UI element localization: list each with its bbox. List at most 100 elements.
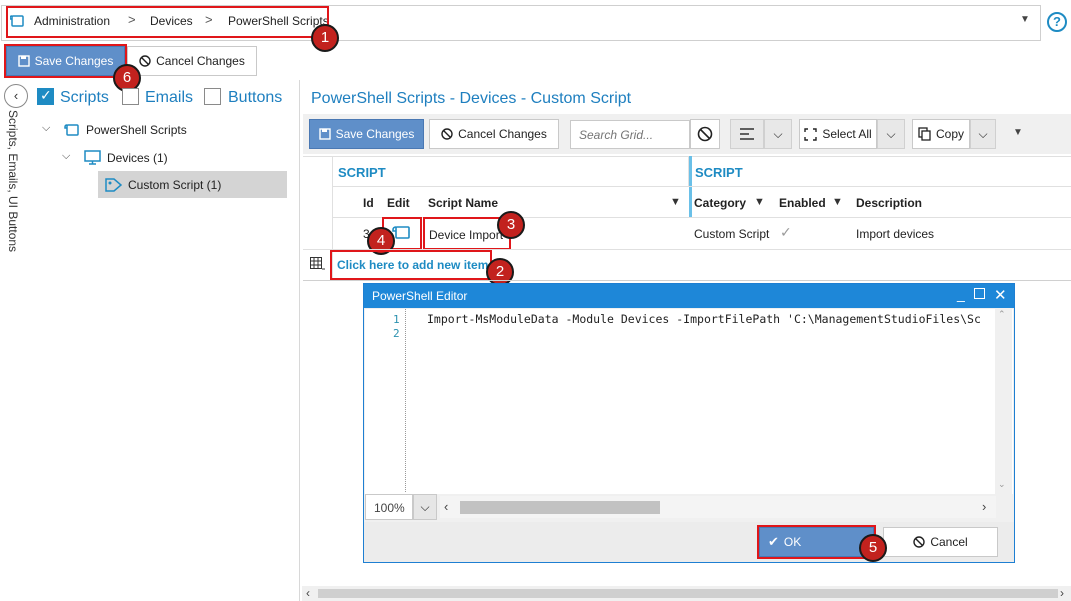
buttons-filter-label[interactable]: Buttons xyxy=(228,89,282,107)
clear-search-button[interactable] xyxy=(690,119,720,149)
copy-dropdown-button[interactable]: ⌵ xyxy=(970,119,996,149)
tag-icon xyxy=(105,178,122,192)
add-new-item-link[interactable]: Click here to add new item xyxy=(330,250,492,280)
vertical-tab[interactable]: Scripts, Emails, UI Buttons xyxy=(4,110,24,270)
cancel-icon xyxy=(697,126,713,142)
cancel-changes-label: Cancel Changes xyxy=(156,54,245,68)
divider xyxy=(303,249,1071,250)
scroll-up-icon[interactable]: ⌃ xyxy=(998,309,1006,320)
dialog-cancel-label: Cancel xyxy=(930,535,968,549)
script-edit-icon xyxy=(392,226,410,239)
column-header-edit[interactable]: Edit xyxy=(387,196,410,210)
maximize-icon[interactable] xyxy=(974,288,985,299)
tree-item-custom-script-content[interactable]: Custom Script (1) xyxy=(105,178,221,192)
save-icon xyxy=(17,55,30,67)
grid-cancel-label: Cancel Changes xyxy=(458,127,547,141)
monitor-icon xyxy=(84,150,101,165)
vertical-scrollbar[interactable]: ⌃ ⌄ xyxy=(995,309,1012,494)
close-icon[interactable]: ✕ xyxy=(994,286,1007,304)
gutter-divider xyxy=(405,309,406,492)
align-dropdown-button[interactable]: ⌵ xyxy=(764,119,792,149)
zoom-dropdown-button[interactable]: ⌵ xyxy=(413,494,437,520)
copy-button[interactable]: Copy xyxy=(912,119,970,149)
overflow-caret-icon[interactable]: ▼ xyxy=(1013,127,1023,138)
filter-icon[interactable]: ▼ xyxy=(670,196,681,208)
grid-cancel-changes-button[interactable]: Cancel Changes xyxy=(429,119,559,149)
scrollbar-thumb[interactable] xyxy=(460,501,660,514)
chevron-down-icon[interactable]: ⌵ xyxy=(42,122,50,135)
ok-button[interactable]: ✔ OK xyxy=(757,525,876,559)
scroll-left-icon[interactable]: ‹ xyxy=(444,499,448,514)
grid-save-label: Save Changes xyxy=(335,127,415,141)
add-new-item-label: Click here to add new item xyxy=(337,258,489,272)
pane-horizontal-scrollbar[interactable]: ‹ › xyxy=(302,586,1071,601)
cancel-changes-button[interactable]: Cancel Changes xyxy=(127,46,257,76)
check-icon: ✔ xyxy=(768,534,779,549)
cancel-icon xyxy=(913,536,926,548)
filter-icon[interactable]: ▼ xyxy=(754,196,765,208)
scrollbar-thumb[interactable] xyxy=(318,589,1058,598)
step-marker-3: 3 xyxy=(497,211,525,239)
question-circle-icon[interactable]: ? xyxy=(1047,12,1067,32)
chevron-down-icon[interactable]: ⌵ xyxy=(62,150,70,163)
minimize-icon[interactable]: _ xyxy=(957,286,965,302)
scroll-right-icon[interactable]: › xyxy=(1060,586,1064,600)
enabled-checkmark-icon[interactable]: ✓ xyxy=(780,224,792,241)
emails-checkbox[interactable] xyxy=(122,88,139,105)
align-menu-button[interactable] xyxy=(730,119,764,149)
cancel-icon xyxy=(139,55,151,67)
copy-icon xyxy=(918,127,931,141)
vertical-tab-label: Scripts, Emails, UI Buttons xyxy=(6,110,20,253)
filter-icon[interactable]: ▼ xyxy=(832,196,843,208)
save-changes-label: Save Changes xyxy=(34,54,114,68)
dialog-title-bar[interactable]: PowerShell Editor xyxy=(364,284,1014,308)
scroll-left-icon[interactable]: ‹ xyxy=(306,586,310,600)
scroll-down-icon[interactable]: ⌄ xyxy=(998,479,1006,490)
column-header-enabled[interactable]: Enabled xyxy=(779,196,826,210)
copy-label: Copy xyxy=(935,127,964,141)
column-header-script-name[interactable]: Script Name xyxy=(428,196,498,210)
line-number: 1 xyxy=(393,313,400,326)
buttons-checkbox[interactable] xyxy=(204,88,221,105)
dialog-title: PowerShell Editor xyxy=(372,289,468,303)
chevron-down-icon: ⌵ xyxy=(978,126,988,141)
save-changes-button[interactable]: Save Changes xyxy=(4,44,127,78)
scroll-right-icon[interactable]: › xyxy=(982,499,986,514)
add-row-grid-icon xyxy=(310,257,325,270)
zoom-value: 100% xyxy=(374,501,405,515)
script-name-text: Device Import xyxy=(429,228,504,242)
column-header-description[interactable]: Description xyxy=(856,196,922,210)
search-grid-input[interactable] xyxy=(570,120,690,149)
cell-description: Import devices xyxy=(856,227,935,241)
horizontal-scrollbar[interactable]: ‹ › xyxy=(440,496,996,518)
grid-save-changes-button[interactable]: Save Changes xyxy=(309,119,424,149)
dialog-cancel-button[interactable]: Cancel xyxy=(883,527,998,557)
column-header-id[interactable]: Id xyxy=(363,196,374,210)
cancel-icon xyxy=(441,128,453,140)
tree-item-devices[interactable]: Devices (1) xyxy=(84,150,168,165)
code-editor[interactable]: 1 2 Import-MsModuleData -Module Devices … xyxy=(365,309,1013,494)
divider xyxy=(333,186,1071,187)
code-line: Import-MsModuleData -Module Devices -Imp… xyxy=(427,312,981,326)
chevron-down-icon: ⌵ xyxy=(420,500,430,514)
scripts-filter-label[interactable]: Scripts xyxy=(60,89,109,107)
step-marker-4: 4 xyxy=(367,227,395,255)
caret-down-icon[interactable]: ▼ xyxy=(1020,14,1030,25)
highlight-box-breadcrumb xyxy=(6,6,329,38)
column-header-category[interactable]: Category xyxy=(694,196,746,210)
emails-filter-label[interactable]: Emails xyxy=(145,89,193,107)
zoom-select[interactable]: 100% xyxy=(365,494,413,520)
tree-item-powershell-scripts[interactable]: PowerShell Scripts xyxy=(64,122,187,138)
select-all-button[interactable]: Select All xyxy=(799,119,877,149)
chevron-down-icon: ⌵ xyxy=(773,126,783,141)
scripts-checkbox[interactable] xyxy=(37,87,54,105)
align-left-icon xyxy=(740,128,754,140)
step-marker-1: 1 xyxy=(311,24,339,52)
chevron-down-icon: ⌵ xyxy=(886,126,896,141)
chevron-left-icon[interactable]: ‹ xyxy=(4,84,28,108)
band-separator xyxy=(689,156,692,218)
select-all-dropdown-button[interactable]: ⌵ xyxy=(877,119,905,149)
tree-item-label: Custom Script (1) xyxy=(128,178,222,192)
powershell-editor-dialog: PowerShell Editor _ ✕ 1 2 Import-MsModul… xyxy=(363,283,1015,563)
band-header-script: SCRIPT xyxy=(338,165,386,180)
